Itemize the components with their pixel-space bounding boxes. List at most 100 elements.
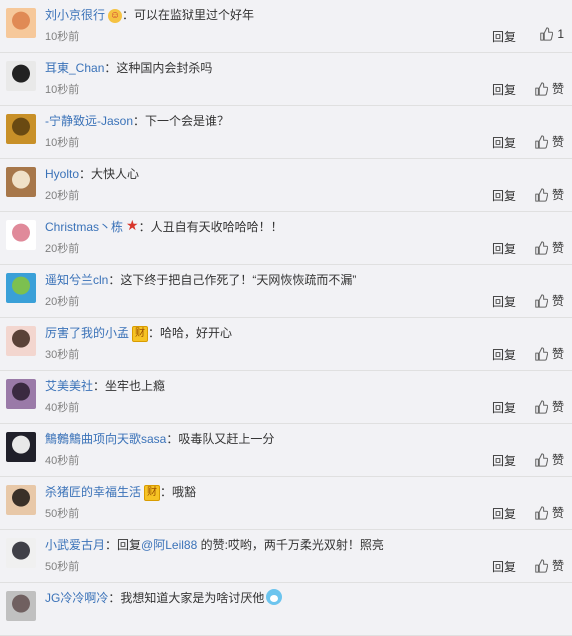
reply-prefix: 回复 [117, 538, 142, 552]
username-link[interactable]: Hyolto [45, 167, 79, 181]
comment-text: 这下终于把自己作死了！“天网恢恢疏而不漏” [120, 273, 357, 287]
username-link[interactable]: 杀猪匠的幸福生活 [45, 485, 141, 499]
avatar[interactable] [6, 538, 36, 568]
timestamp: 10秒前 [45, 31, 80, 43]
avatar[interactable] [6, 326, 36, 356]
like-button[interactable]: 赞 [534, 80, 564, 97]
reply-button[interactable]: 回复 [492, 505, 516, 522]
like-button[interactable]: 赞 [534, 557, 564, 574]
like-button[interactable]: 赞 [534, 345, 564, 362]
comment-text: 下一个会是谁？ [145, 114, 230, 128]
avatar[interactable] [6, 485, 36, 515]
timestamp: 20秒前 [45, 296, 80, 308]
reply-button[interactable]: 回复 [492, 293, 516, 310]
username-link[interactable]: 小武爱古月 [45, 538, 105, 552]
comment-line: 小武爱古月：回复@阿Leil88 的赞:哎哟，两千万柔光双射！照亮 [45, 536, 384, 554]
comment-line: 耳東_Chan：这种国内会封杀吗 [45, 59, 212, 77]
username-link[interactable]: 遥知兮兰cln [45, 273, 108, 287]
reply-button[interactable]: 回复 [492, 187, 516, 204]
avatar[interactable] [6, 591, 36, 621]
like-button[interactable]: 赞 [534, 186, 564, 203]
reply-button[interactable]: 回复 [492, 134, 516, 151]
timestamp: 10秒前 [45, 84, 80, 96]
avatar[interactable] [6, 379, 36, 409]
thumbs-up-icon [534, 240, 548, 255]
comment-line: 艾美美社：坐牢也上瘾 [45, 377, 165, 395]
reply-button[interactable]: 回复 [492, 399, 516, 416]
comment-line: Christmas丶栋 ★：人丑自有天收哈哈哈！！ [45, 218, 283, 236]
separator: ： [104, 61, 117, 75]
comment-text: 人丑自有天收哈哈哈！！ [150, 220, 283, 234]
thumbs-up-icon [534, 81, 548, 96]
separator: ： [108, 591, 121, 605]
wealth-badge-icon: 财 [132, 326, 149, 342]
like-button[interactable]: 1 [539, 27, 564, 41]
avatar[interactable] [6, 8, 36, 38]
like-label: 赞 [551, 82, 564, 96]
avatar[interactable] [6, 114, 36, 144]
separator: ： [160, 485, 173, 499]
separator: ： [148, 326, 161, 340]
comment-item: 耳東_Chan：这种国内会封杀吗 10秒前 回复 赞 [0, 53, 572, 106]
comment-item: Hyolto：大快人心 20秒前 回复 赞 [0, 159, 572, 212]
comment-text: 坐牢也上瘾 [105, 379, 166, 393]
comment-text: 哦豁 [172, 485, 197, 499]
comment-text: 可以在监狱里过个好年 [134, 8, 255, 22]
comment-line: 刘小京很行 ☺ ：可以在监狱里过个好年 [45, 6, 254, 24]
like-button[interactable]: 赞 [534, 504, 564, 521]
avatar[interactable] [6, 167, 36, 197]
wealth-badge-icon: 财 [144, 485, 161, 501]
username-link[interactable]: 鷦鷯鷦曲项向天歌sasa [45, 432, 166, 446]
comment-text: 哈哈，好开心 [160, 326, 233, 340]
timestamp: 40秒前 [45, 402, 80, 414]
like-label: 赞 [551, 559, 564, 573]
username-link[interactable]: 艾美美社 [45, 379, 93, 393]
avatar[interactable] [6, 273, 36, 303]
comment-line: Hyolto：大快人心 [45, 165, 139, 183]
like-button[interactable]: 赞 [534, 239, 564, 256]
reply-button[interactable]: 回复 [492, 558, 516, 575]
comment-item: 杀猪匠的幸福生活财：哦豁 50秒前 回复 赞 [0, 477, 572, 530]
thumbs-up-icon [534, 187, 548, 202]
thumbs-up-icon [534, 558, 548, 573]
username-link[interactable]: -宁静致远-Jason [45, 114, 133, 128]
star-icon: ★ [126, 217, 139, 233]
timestamp: 10秒前 [45, 137, 80, 149]
username-link[interactable]: 刘小京很行 [45, 8, 105, 22]
avatar[interactable] [6, 220, 36, 250]
timestamp: 50秒前 [45, 508, 80, 520]
avatar[interactable] [6, 432, 36, 462]
reply-button[interactable]: 回复 [492, 346, 516, 363]
comment-item: 遥知兮兰cln：这下终于把自己作死了！“天网恢恢疏而不漏” 20秒前 回复 赞 [0, 265, 572, 318]
username-link[interactable]: 耳東_Chan [45, 61, 104, 75]
timestamp: 20秒前 [45, 243, 80, 255]
comment-item: JG冷冷啊冷：我想知道大家是为啥讨厌他 [0, 583, 572, 636]
mention-link[interactable]: @阿Leil88 [141, 538, 197, 552]
separator: ： [138, 220, 151, 234]
like-button[interactable]: 赞 [534, 133, 564, 150]
avatar[interactable] [6, 61, 36, 91]
username-link[interactable]: Christmas丶栋 [45, 220, 123, 234]
like-label: 赞 [551, 506, 564, 520]
separator: ： [122, 8, 135, 22]
comment-item: Christmas丶栋 ★：人丑自有天收哈哈哈！！ 20秒前 回复 赞 [0, 212, 572, 265]
reply-button[interactable]: 回复 [492, 81, 516, 98]
username-link[interactable]: JG冷冷啊冷 [45, 591, 108, 605]
like-button[interactable]: 赞 [534, 398, 564, 415]
separator: ： [79, 167, 92, 181]
separator: ： [93, 379, 106, 393]
comment-text: 这种国内会封杀吗 [116, 61, 213, 75]
username-link[interactable]: 厉害了我的小孟 [45, 326, 129, 340]
reply-button[interactable]: 回复 [492, 28, 516, 45]
like-button[interactable]: 赞 [534, 451, 564, 468]
reply-button[interactable]: 回复 [492, 452, 516, 469]
comment-line: 鷦鷯鷦曲项向天歌sasa：吸毒队又赶上一分 [45, 430, 274, 448]
comment-line: JG冷冷啊冷：我想知道大家是为啥讨厌他 [45, 589, 283, 607]
thumbs-up-icon [534, 452, 548, 467]
thumbs-up-icon [534, 134, 548, 149]
comment-text: 吸毒队又赶上一分 [178, 432, 275, 446]
reply-button[interactable]: 回复 [492, 240, 516, 257]
like-button[interactable]: 赞 [534, 292, 564, 309]
like-label: 赞 [551, 294, 564, 308]
thumbs-up-icon [534, 293, 548, 308]
